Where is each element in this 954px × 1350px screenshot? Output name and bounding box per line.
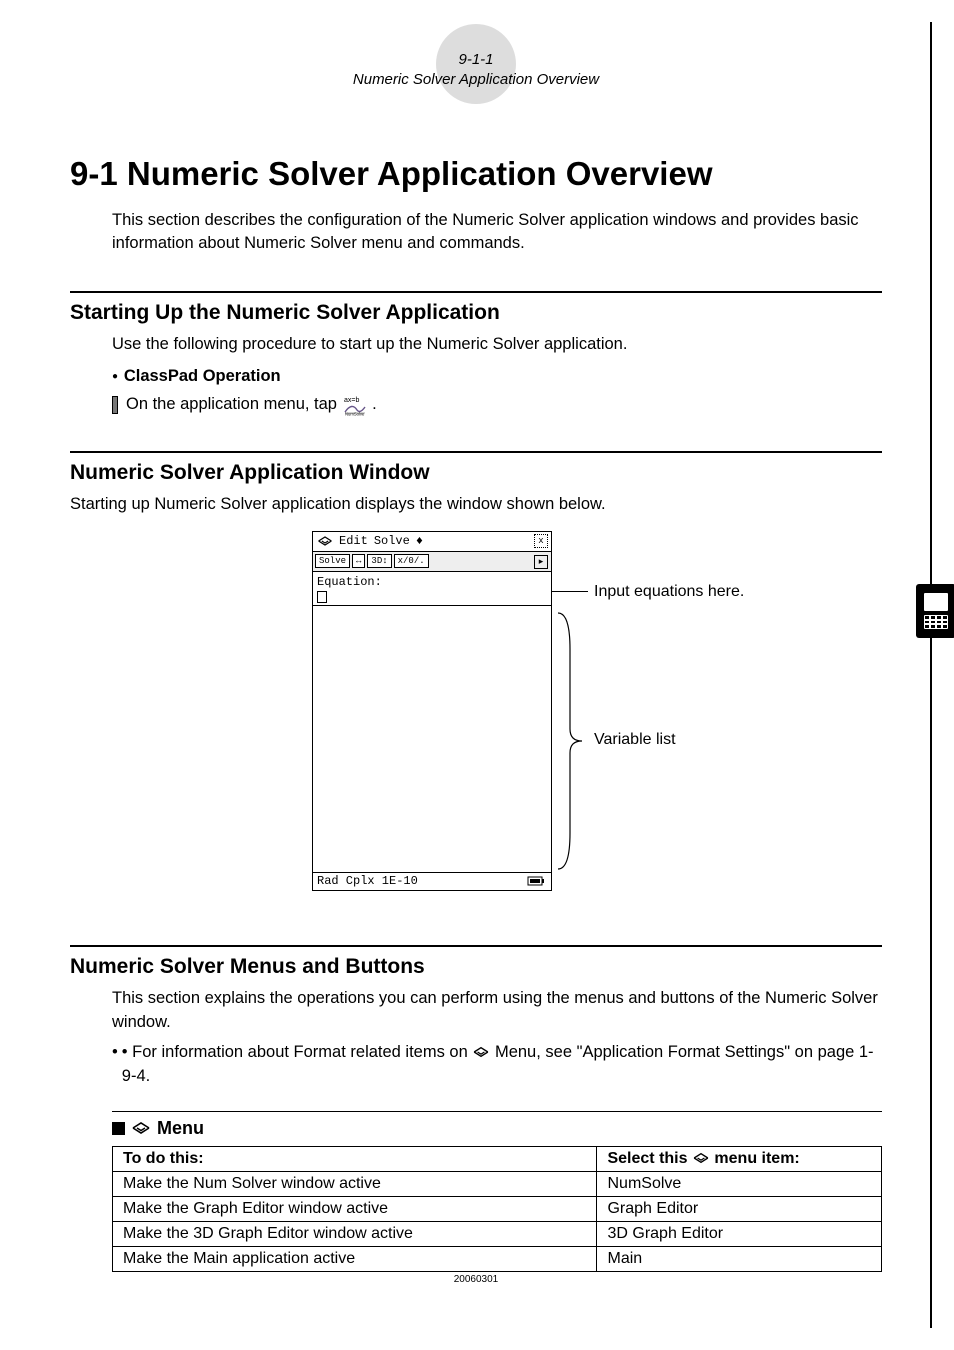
classpad-op-label: ClassPad Operation [124, 367, 281, 385]
menu-block-heading: Menu [112, 1118, 882, 1139]
startup-body: Use the following procedure to start up … [112, 333, 882, 357]
bullet: • [112, 1041, 118, 1089]
table-row: Make the Num Solver window active NumSol… [113, 1171, 882, 1196]
step-text-suffix: . [372, 395, 377, 413]
mock-toolbar: Solve ↔ 3D↕ x/0/. [313, 552, 551, 572]
col-todo: To do this: [113, 1146, 597, 1171]
window-body: Starting up Numeric Solver application d… [70, 493, 882, 517]
close-icon[interactable]: x [534, 534, 548, 548]
numsolve-icon[interactable] [342, 394, 368, 416]
app-menu-icon[interactable] [317, 535, 333, 547]
section-heading-startup: Starting Up the Numeric Solver Applicati… [70, 301, 882, 325]
battery-icon [527, 875, 547, 887]
tb-3d[interactable]: 3D↕ [367, 554, 391, 568]
section-heading-window: Numeric Solver Application Window [70, 461, 882, 485]
equation-input[interactable] [317, 591, 327, 603]
menu-diamond[interactable]: ♦ [416, 534, 423, 548]
page-title: 9-1 Numeric Solver Application Overview [70, 155, 882, 193]
step-marker [112, 396, 118, 414]
divider [70, 451, 882, 453]
callout-equation: Input equations here. [594, 583, 744, 601]
section-heading-menus: Numeric Solver Menus and Buttons [70, 955, 882, 979]
callout-line [552, 591, 588, 592]
header-subtitle: Numeric Solver Application Overview [70, 70, 882, 90]
status-text: Rad Cplx 1E-10 [317, 874, 418, 888]
app-menu-icon-th [692, 1152, 710, 1164]
menu-table: To do this: Select this menu item: Make … [112, 1146, 882, 1272]
brace-icon [556, 609, 586, 873]
table-row: Make the 3D Graph Editor window active 3… [113, 1221, 882, 1246]
tb-main[interactable]: x/0/. [394, 554, 429, 568]
calc-screen-icon [924, 593, 948, 611]
footer-date: 20060301 [70, 1274, 882, 1285]
mock-classpad-window: x ▸ Edit Solve ♦ Solve ↔ 3D↕ x/0/. Equat… [312, 531, 552, 891]
side-tab-calculator[interactable] [916, 584, 954, 638]
intro-paragraph: This section describes the configuration… [112, 209, 882, 255]
divider [112, 1111, 882, 1112]
tb-graph[interactable]: ↔ [352, 554, 365, 568]
format-note: • For information about Format related i… [122, 1041, 882, 1089]
table-row: Make the Main application active Main [113, 1246, 882, 1271]
mock-menubar: Edit Solve ♦ [313, 532, 551, 552]
page-ref: 9-1-1 [70, 50, 882, 70]
step-text-prefix: On the application menu, tap [126, 395, 342, 413]
app-menu-icon-heading [131, 1121, 151, 1135]
table-row: Make the Graph Editor window active Grap… [113, 1196, 882, 1221]
col-select: Select this menu item: [597, 1146, 882, 1171]
menus-body: This section explains the operations you… [112, 987, 882, 1035]
menu-edit[interactable]: Edit [339, 534, 368, 548]
square-marker [112, 1122, 125, 1135]
expand-icon[interactable]: ▸ [534, 555, 548, 569]
callout-varlist: Variable list [594, 731, 676, 749]
page-header: 9-1-1 Numeric Solver Application Overvie… [70, 50, 882, 110]
tb-solve[interactable]: Solve [315, 554, 350, 568]
divider [70, 945, 882, 947]
divider [70, 291, 882, 293]
app-menu-icon-inline [472, 1046, 490, 1058]
equation-label: Equation: [317, 575, 382, 589]
menu-solve[interactable]: Solve [374, 534, 410, 548]
calc-keys-icon [924, 615, 948, 629]
